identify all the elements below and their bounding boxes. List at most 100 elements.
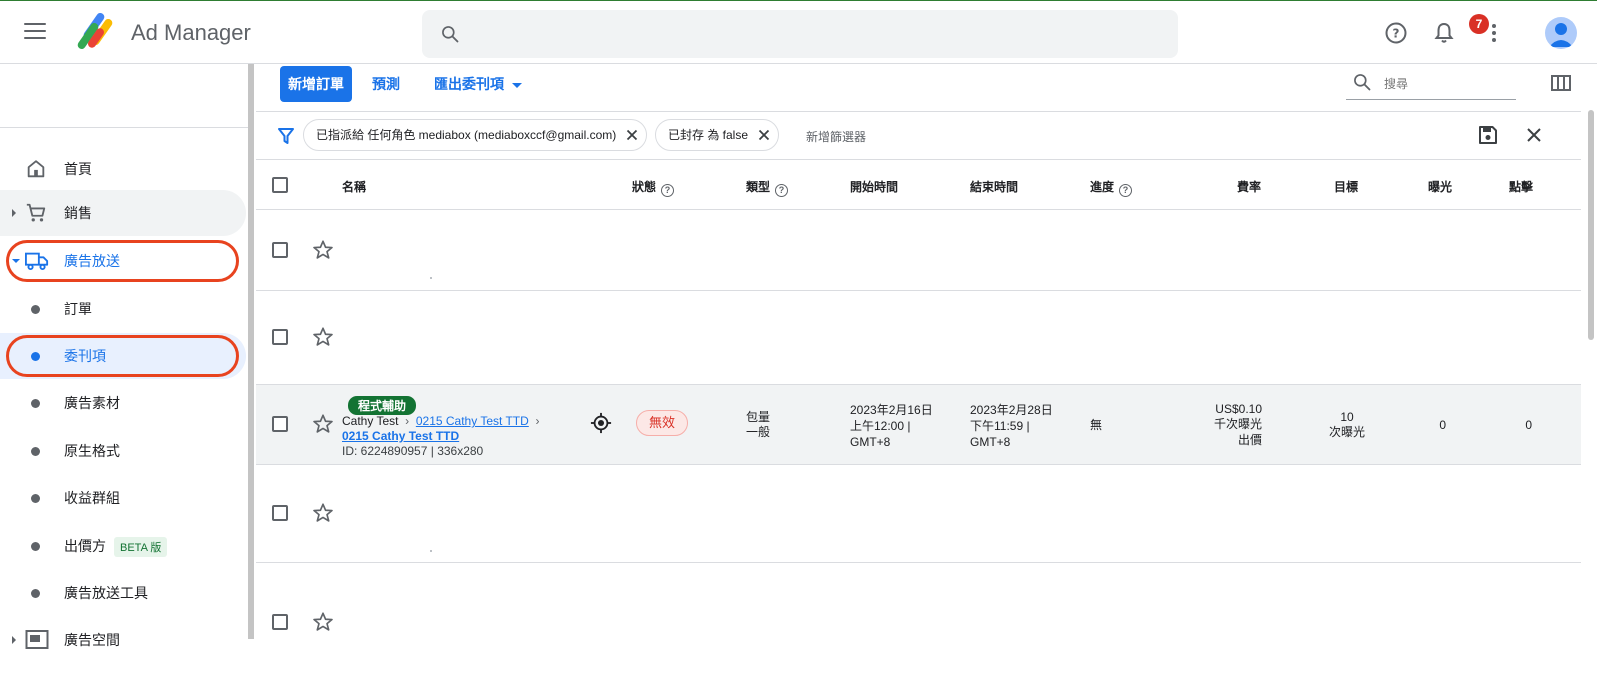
export-line-items-button[interactable]: 匯出委刊項 (434, 66, 522, 102)
rate-type: 出價 (1237, 433, 1262, 447)
star-icon[interactable] (312, 413, 334, 435)
help-icon[interactable]: ? (661, 184, 675, 197)
table-row[interactable]: 程式輔助 Cathy Test › 0215 Cathy Test TTD › … (256, 385, 1581, 465)
new-order-button[interactable]: 新增訂單 (280, 66, 352, 102)
columns-icon[interactable] (1551, 74, 1571, 92)
truck-icon (25, 252, 49, 271)
help-icon[interactable]: ? (775, 184, 789, 197)
global-search[interactable] (422, 10, 1178, 58)
filter-chip-archived[interactable]: 已封存 為 false (655, 119, 780, 151)
star-icon[interactable] (312, 502, 334, 524)
sidebar-item-delivery-tools[interactable]: 廣告放送工具 (0, 570, 246, 616)
start-tz: GMT+8 (850, 435, 891, 449)
close-icon[interactable] (758, 129, 770, 141)
sidebar-item-delivery[interactable]: 廣告放送 (0, 238, 246, 284)
row-checkbox[interactable] (272, 614, 288, 630)
col-impressions[interactable]: 曝光 (1428, 178, 1452, 195)
row-checkbox[interactable] (272, 416, 288, 432)
line-item-link[interactable]: 0215 Cathy Test TTD (342, 429, 459, 443)
star-icon[interactable] (312, 239, 334, 261)
filter-bar: 已指派給 任何角色 mediabox (mediaboxccf@gmail.co… (256, 112, 1581, 160)
scrollbar-thumb[interactable] (1588, 110, 1594, 340)
chevron-right-icon (12, 636, 16, 644)
bullet-icon (31, 305, 40, 314)
close-filters-icon[interactable] (1526, 127, 1542, 143)
goal-value: 10 (1340, 410, 1354, 424)
rate-amount: US$0.10 (1215, 402, 1262, 416)
filter-chip-label: 已封存 為 false (668, 128, 749, 142)
end-tz: GMT+8 (970, 435, 1011, 449)
sidebar-item-bidders[interactable]: 出價方 BETA 版 (0, 523, 246, 569)
table-row[interactable] (256, 465, 1581, 563)
toolbar: 新增訂單 預測 匯出委刊項 (256, 64, 1581, 112)
target-icon[interactable] (590, 412, 612, 434)
sidebar-item-line-items[interactable]: 委刊項 (0, 333, 246, 379)
sidebar-item-label: 出價方 (64, 538, 106, 554)
star-icon[interactable] (312, 326, 334, 348)
help-icon[interactable]: ? (1119, 184, 1133, 197)
user-avatar[interactable] (1545, 17, 1577, 49)
close-icon[interactable] (626, 129, 638, 141)
global-search-input[interactable] (474, 20, 1154, 48)
sidebar: 首頁 銷售 廣告放送 訂單 委刊項 廣告素材 原生格式 收益群組 出價方 BET… (0, 64, 248, 691)
add-filter-button[interactable]: 新增篩選器 (806, 128, 866, 145)
help-icon[interactable]: ? (1384, 21, 1408, 45)
table-row[interactable] (256, 563, 1581, 691)
chevron-right-icon: › (532, 414, 540, 428)
chevron-right-icon: › (401, 414, 413, 428)
col-name[interactable]: 名稱 (342, 178, 366, 195)
col-type[interactable]: 類型? (746, 178, 789, 197)
more-vert-icon[interactable] (1482, 21, 1506, 45)
star-icon[interactable] (312, 611, 334, 633)
sidebar-item-creatives[interactable]: 廣告素材 (0, 380, 246, 426)
status-badge: 無效 (636, 410, 688, 436)
row-checkbox[interactable] (272, 329, 288, 345)
chevron-down-icon (12, 259, 20, 263)
table-row[interactable] (256, 291, 1581, 385)
sidebar-item-label: 收益群組 (64, 490, 120, 506)
line-item-path: Cathy Test › 0215 Cathy Test TTD › (342, 414, 539, 429)
forecast-button[interactable]: 預測 (372, 66, 400, 102)
bullet-icon (31, 589, 40, 598)
sidebar-scrollbar[interactable] (248, 64, 254, 639)
sidebar-item-label: 廣告放送工具 (64, 585, 148, 601)
select-all-checkbox[interactable] (272, 177, 288, 193)
row-checkbox[interactable] (272, 505, 288, 521)
sidebar-item-native[interactable]: 原生格式 (0, 428, 246, 474)
sidebar-item-inventory[interactable]: 廣告空間 (0, 617, 246, 663)
home-icon (27, 160, 45, 178)
clicks-value: 0 (1525, 418, 1532, 432)
row-checkbox[interactable] (272, 242, 288, 258)
sidebar-item-orders[interactable]: 訂單 (0, 286, 246, 332)
notifications-icon[interactable] (1432, 21, 1456, 45)
filter-icon[interactable] (278, 127, 294, 145)
table-search[interactable] (1346, 68, 1516, 100)
sidebar-item-label: 廣告空間 (64, 632, 120, 648)
save-icon[interactable] (1478, 125, 1498, 145)
col-goal[interactable]: 目標 (1334, 178, 1358, 195)
sidebar-item-home[interactable]: 首頁 (0, 146, 246, 192)
end-date: 2023年2月28日 (970, 403, 1053, 417)
filter-chip-assignee[interactable]: 已指派給 任何角色 mediabox (mediaboxccf@gmail.co… (303, 119, 648, 151)
rate-unit: 千次曝光 (1213, 417, 1262, 431)
ad-manager-logo (77, 13, 113, 50)
line-item-meta: ID: 6224890957 | 336x280 (342, 444, 484, 458)
menu-icon[interactable] (24, 23, 46, 41)
svg-text:?: ? (1393, 27, 1400, 41)
sidebar-item-yield-groups[interactable]: 收益群組 (0, 475, 246, 521)
order-link[interactable]: 0215 Cathy Test TTD (416, 414, 529, 428)
table-row[interactable] (256, 210, 1581, 291)
col-rate[interactable]: 費率 (1237, 178, 1261, 195)
programmatic-tag: 程式輔助 (348, 396, 417, 415)
beta-badge: BETA 版 (114, 537, 168, 557)
col-end-time[interactable]: 結束時間 (970, 178, 1018, 195)
sidebar-item-sales[interactable]: 銷售 (0, 190, 246, 236)
col-progress[interactable]: 進度? (1090, 178, 1133, 197)
col-start-time[interactable]: 開始時間 (850, 178, 898, 195)
col-clicks[interactable]: 點擊 (1509, 178, 1533, 195)
placeholder-mark (430, 550, 432, 552)
col-status[interactable]: 狀態? (632, 178, 675, 197)
main-scrollbar[interactable] (1582, 64, 1597, 691)
col-type-label: 類型 (746, 180, 771, 194)
table-search-input[interactable] (1384, 72, 1504, 96)
